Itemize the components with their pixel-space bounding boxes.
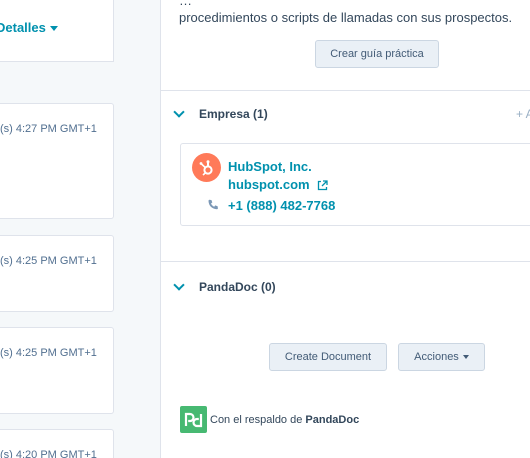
activity-timestamp: (s) 4:27 PM GMT+1 <box>0 123 97 135</box>
pandadoc-logo <box>180 406 207 433</box>
activity-timestamp: (s) 4:25 PM GMT+1 <box>0 255 97 267</box>
activity-header-card: Detalles <box>0 0 114 62</box>
add-company-link[interactable]: + A <box>516 107 530 121</box>
pandadoc-section-toggle[interactable]: PandaDoc (0) <box>173 278 276 296</box>
activity-card[interactable]: (s) 4:25 PM GMT+1 <box>0 327 114 414</box>
phone-icon <box>208 199 218 210</box>
activity-column: Detalles (s) 4:27 PM GMT+1 (s) 4:25 PM G… <box>0 0 145 458</box>
caret-down-icon <box>49 26 58 32</box>
create-document-button[interactable]: Create Document <box>269 343 387 371</box>
company-domain-link[interactable]: hubspot.com <box>228 177 328 192</box>
company-phone-link[interactable]: +1 (888) 482-7768 <box>228 198 335 213</box>
right-sidebar: … procedimientos o scripts de llamadas c… <box>160 0 530 458</box>
pandadoc-section-title: PandaDoc (0) <box>199 280 276 294</box>
playbook-intro-text: … procedimientos o scripts de llamadas c… <box>179 0 530 26</box>
company-card: HubSpot, Inc. hubspot.com +1 (888) 482-7… <box>180 143 530 226</box>
activity-card[interactable]: (s) 4:20 PM GMT+1 <box>0 429 114 458</box>
external-link-icon <box>318 180 328 191</box>
create-guide-button[interactable]: Crear guía práctica <box>315 40 439 68</box>
backed-by-prefix: Con el respaldo de <box>210 414 303 426</box>
activity-card[interactable]: (s) 4:25 PM GMT+1 <box>0 235 114 312</box>
caret-down-icon <box>462 355 469 359</box>
section-divider <box>161 261 530 262</box>
activity-timestamp: (s) 4:25 PM GMT+1 <box>0 347 97 359</box>
activity-timestamp: (s) 4:20 PM GMT+1 <box>0 449 97 458</box>
actions-label: Acciones <box>414 351 459 363</box>
company-section-title: Empresa (1) <box>199 107 268 121</box>
pandadoc-backed-by: Con el respaldo de PandaDoc <box>210 414 359 426</box>
hubspot-logo <box>192 153 221 182</box>
intro-line-2: procedimientos o scripts de llamadas con… <box>179 10 513 25</box>
backed-by-brand: PandaDoc <box>305 414 360 426</box>
activity-card[interactable]: (s) 4:27 PM GMT+1 <box>0 103 114 219</box>
actions-dropdown-button[interactable]: Acciones <box>398 343 485 371</box>
intro-line-1: … <box>179 0 192 8</box>
company-domain-text: hubspot.com <box>228 177 310 192</box>
details-label: Detalles <box>0 20 46 35</box>
chevron-down-icon <box>173 279 185 291</box>
details-dropdown[interactable]: Detalles <box>0 20 58 35</box>
chevron-down-icon <box>173 106 185 118</box>
company-section-toggle[interactable]: Empresa (1) <box>173 105 268 123</box>
section-divider <box>161 90 530 91</box>
company-name-link[interactable]: HubSpot, Inc. <box>228 159 312 174</box>
